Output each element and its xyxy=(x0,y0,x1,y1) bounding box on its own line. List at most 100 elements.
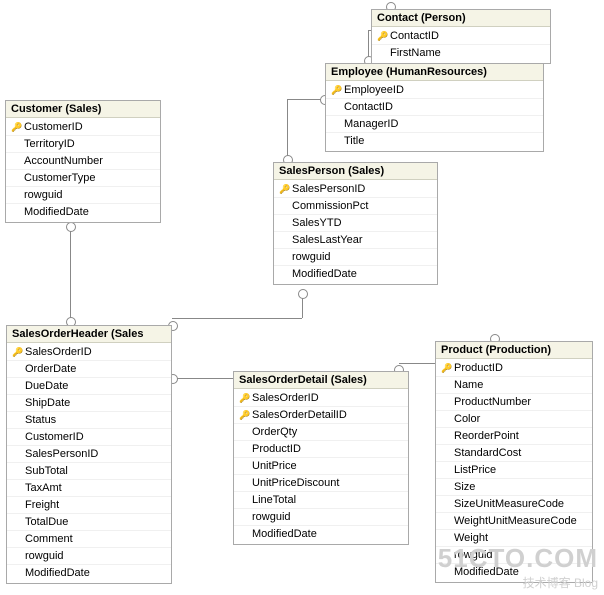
table-column: ModifiedDate xyxy=(234,525,408,542)
relation-line xyxy=(172,318,302,319)
primary-key-icon: 🔑 xyxy=(376,31,390,42)
table-column: rowguid xyxy=(6,186,160,203)
table-column: rowguid xyxy=(436,546,592,563)
primary-key-icon: 🔑 xyxy=(238,393,252,404)
column-name: DueDate xyxy=(25,380,68,392)
table-column: 🔑ProductID xyxy=(436,360,592,376)
column-name: UnitPriceDiscount xyxy=(252,477,339,489)
table-title: SalesOrderDetail (Sales) xyxy=(234,372,408,389)
column-name: ModifiedDate xyxy=(454,566,519,578)
column-name: ListPrice xyxy=(454,464,496,476)
column-name: CommissionPct xyxy=(292,200,368,212)
table-column: ModifiedDate xyxy=(274,265,437,282)
column-name: FirstName xyxy=(390,47,441,59)
table-title: Contact (Person) xyxy=(372,10,550,27)
table-column: ShipDate xyxy=(7,394,171,411)
table-column: TaxAmt xyxy=(7,479,171,496)
table-column: WeightUnitMeasureCode xyxy=(436,512,592,529)
table-sod[interactable]: SalesOrderDetail (Sales) 🔑SalesOrderID🔑S… xyxy=(233,371,409,545)
column-name: SalesOrderID xyxy=(252,392,319,404)
column-name: TerritoryID xyxy=(24,138,75,150)
table-columns: 🔑CustomerIDTerritoryIDAccountNumberCusto… xyxy=(6,118,160,222)
column-name: rowguid xyxy=(292,251,331,263)
table-column: ProductID xyxy=(234,440,408,457)
table-column: ModifiedDate xyxy=(436,563,592,580)
table-column: OrderDate xyxy=(7,360,171,377)
table-column: TerritoryID xyxy=(6,135,160,152)
table-column: ListPrice xyxy=(436,461,592,478)
column-name: ModifiedDate xyxy=(252,528,317,540)
column-name: Weight xyxy=(454,532,488,544)
table-title: SalesOrderHeader (Sales xyxy=(7,326,171,343)
column-name: SalesOrderID xyxy=(25,346,92,358)
table-column: 🔑SalesPersonID xyxy=(274,181,437,197)
column-name: AccountNumber xyxy=(24,155,103,167)
column-name: rowguid xyxy=(24,189,63,201)
column-name: SalesLastYear xyxy=(292,234,363,246)
table-column: SalesYTD xyxy=(274,214,437,231)
table-column: 🔑EmployeeID xyxy=(326,82,543,98)
table-column: ReorderPoint xyxy=(436,427,592,444)
relation-line xyxy=(287,99,288,156)
table-soh[interactable]: SalesOrderHeader (Sales 🔑SalesOrderID Ord… xyxy=(6,325,172,584)
column-name: SubTotal xyxy=(25,465,68,477)
relation-line xyxy=(302,298,303,318)
column-name: ProductID xyxy=(252,443,301,455)
relation-line xyxy=(70,231,71,319)
table-column: Status xyxy=(7,411,171,428)
table-column: rowguid xyxy=(274,248,437,265)
column-name: rowguid xyxy=(25,550,64,562)
column-name: SalesPersonID xyxy=(292,183,365,195)
table-column: SalesPersonID xyxy=(7,445,171,462)
table-columns: 🔑ProductIDNameProductNumberColorReorderP… xyxy=(436,359,592,582)
table-column: CustomerID xyxy=(7,428,171,445)
table-column: ContactID xyxy=(326,98,543,115)
column-name: StandardCost xyxy=(454,447,521,459)
table-column: TotalDue xyxy=(7,513,171,530)
column-name: SalesYTD xyxy=(292,217,342,229)
primary-key-icon: 🔑 xyxy=(330,85,344,96)
column-name: Comment xyxy=(25,533,73,545)
column-name: ManagerID xyxy=(344,118,398,130)
column-name: LineTotal xyxy=(252,494,296,506)
table-column: DueDate xyxy=(7,377,171,394)
column-name: SalesPersonID xyxy=(25,448,98,460)
table-column: LineTotal xyxy=(234,491,408,508)
column-name: ReorderPoint xyxy=(454,430,519,442)
table-column: FirstName xyxy=(372,44,550,61)
column-name: CustomerID xyxy=(25,431,84,443)
table-column: UnitPriceDiscount xyxy=(234,474,408,491)
column-name: OrderDate xyxy=(25,363,76,375)
table-salesperson[interactable]: SalesPerson (Sales) 🔑SalesPersonID Commis… xyxy=(273,162,438,285)
table-columns: 🔑EmployeeID ContactID ManagerID Title xyxy=(326,81,543,151)
column-name: Status xyxy=(25,414,56,426)
column-name: Title xyxy=(344,135,364,147)
primary-key-icon: 🔑 xyxy=(238,410,252,421)
column-name: ContactID xyxy=(344,101,393,113)
column-name: Size xyxy=(454,481,475,493)
table-column: CustomerType xyxy=(6,169,160,186)
column-name: TaxAmt xyxy=(25,482,62,494)
table-column: CommissionPct xyxy=(274,197,437,214)
primary-key-icon: 🔑 xyxy=(278,184,292,195)
table-columns: 🔑SalesOrderID OrderDate DueDate ShipDate Sta… xyxy=(7,343,171,583)
table-column: StandardCost xyxy=(436,444,592,461)
table-column: 🔑SalesOrderID xyxy=(234,390,408,406)
table-title: SalesPerson (Sales) xyxy=(274,163,437,180)
table-product[interactable]: Product (Production) 🔑ProductIDNameProdu… xyxy=(435,341,593,583)
table-columns: 🔑SalesPersonID CommissionPct SalesYTD Sales… xyxy=(274,180,437,284)
column-name: ProductID xyxy=(454,362,503,374)
table-employee[interactable]: Employee (HumanResources) 🔑EmployeeIDCon… xyxy=(325,63,544,152)
table-column: Color xyxy=(436,410,592,427)
table-contact[interactable]: Contact (Person) 🔑ContactIDFirstName xyxy=(371,9,551,64)
table-column: Name xyxy=(436,376,592,393)
column-name: TotalDue xyxy=(25,516,68,528)
primary-key-icon: 🔑 xyxy=(440,363,454,374)
relation-cap xyxy=(66,222,76,232)
table-column: 🔑SalesOrderID xyxy=(7,344,171,360)
column-name: WeightUnitMeasureCode xyxy=(454,515,577,527)
table-customer[interactable]: Customer (Sales) 🔑CustomerIDTerritoryIDA… xyxy=(5,100,161,223)
primary-key-icon: 🔑 xyxy=(10,122,24,133)
column-name: SalesOrderDetailID xyxy=(252,409,347,421)
column-name: ShipDate xyxy=(25,397,70,409)
